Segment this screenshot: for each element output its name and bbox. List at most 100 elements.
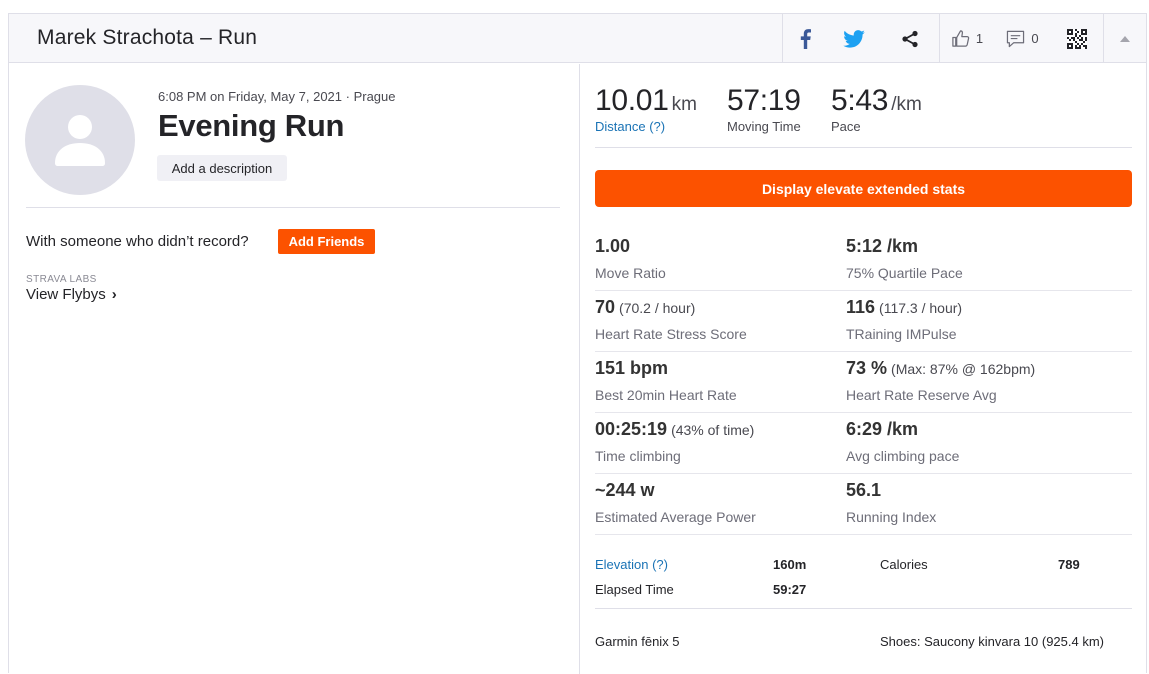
extended-stat-value: 00:25:19 (43% of time) (595, 419, 754, 440)
extended-stat-row: ~244 w Estimated Average Power 56.1 Running… (595, 474, 1132, 535)
distance-unit: km (671, 94, 697, 115)
extended-stat-value: 6:29 /km (846, 419, 959, 440)
twitter-icon (843, 29, 865, 48)
extended-stat-value: ~244 w (595, 480, 756, 501)
extended-stat-detail: (117.3 / hour) (879, 300, 963, 316)
extended-stat-detail: (70.2 / hour) (619, 300, 696, 316)
extended-stat-label: Heart Rate Stress Score (595, 326, 747, 342)
comment-button[interactable]: 0 (994, 14, 1051, 63)
thumbs-up-icon (952, 30, 970, 47)
moving-time-value: 57:19 (727, 84, 801, 117)
extended-stat-row: 00:25:19 (43% of time) Time climbing 6:29 /… (595, 413, 1132, 474)
activity-summary: 6:08 PM on Friday, May 7, 2021 · Prague … (9, 64, 580, 674)
activity-date: 6:08 PM on Friday, May 7, 2021 · Prague (158, 89, 396, 104)
pace-label: Pace (831, 119, 861, 134)
extended-stat-value: 1.00 (595, 236, 666, 257)
extended-stat-label: Avg climbing pace (846, 448, 960, 464)
kudos-button[interactable]: 1 (939, 14, 994, 63)
extended-stat-number: 116 (846, 297, 876, 317)
add-friends-button[interactable]: Add Friends (278, 229, 375, 254)
share-twitter-button[interactable] (828, 14, 880, 63)
elevation-help-link[interactable]: Elevation (?) (595, 557, 668, 572)
comment-count: 0 (1031, 31, 1039, 46)
strava-labs-label: STRAVA LABS (26, 274, 97, 285)
extended-stat-label: Best 20min Heart Rate (595, 387, 737, 403)
share-facebook-button[interactable] (782, 14, 828, 63)
extended-stat-detail: (43% of time) (671, 422, 755, 438)
distance-value: 10.01 (595, 84, 669, 117)
activity-stats: 10.01 km Distance (?) 57:19 Moving Time 5… (581, 64, 1146, 674)
extended-stat-value: 70 (70.2 / hour) (595, 297, 747, 318)
qr-code-icon (1067, 28, 1087, 49)
extended-stat-value: 116 (117.3 / hour) (846, 297, 962, 318)
extended-stat-number: 1.00 (595, 236, 631, 256)
elevation-value: 160m (773, 557, 807, 572)
divider (595, 147, 1132, 148)
activity-header: Marek Strachota – Run 1 0 (9, 14, 1146, 63)
share-icon (901, 30, 918, 47)
collapse-button[interactable] (1103, 14, 1146, 63)
extended-stat-number: 73 % (846, 358, 888, 378)
elevate-stats-button[interactable]: Display elevate extended stats (595, 170, 1132, 207)
extended-stat-label: Move Ratio (595, 265, 666, 281)
activity-panel: Marek Strachota – Run 1 0 6:08 PM on Fri… (8, 13, 1147, 674)
extended-stat-number: 56.1 (846, 480, 882, 500)
extended-stat-label: 75% Quartile Pace (846, 265, 963, 281)
kudos-count: 1 (975, 31, 984, 46)
distance-help-link[interactable]: Distance (?) (595, 119, 697, 134)
stat-distance: 10.01 km Distance (?) (595, 84, 697, 134)
shoes-info: Shoes: Saucony kinvara 10 (925.4 km) (880, 634, 1105, 649)
extended-stat-label: Time climbing (595, 448, 681, 464)
extended-stat-number: 00:25:19 (595, 419, 668, 439)
calories-label: Calories (880, 557, 928, 572)
divider (595, 608, 1132, 609)
stat-moving-time: 57:19 Moving Time (727, 84, 801, 134)
stat-pace: 5:43/km Pace (831, 84, 922, 134)
extended-stat-row: 70 (70.2 / hour) Heart Rate Stress Score 11… (595, 291, 1132, 352)
extended-stat-value: 5:12 /km (846, 236, 963, 257)
extended-stat: 151 bpm Best 20min Heart Rate (595, 352, 737, 403)
extended-stat: 73 % (Max: 87% @ 162bpm) Heart Rate Reserv… (846, 352, 1035, 403)
add-description-button[interactable]: Add a description (157, 155, 287, 181)
avatar[interactable] (25, 85, 135, 195)
extended-stat-detail: (Max: 87% @ 162bpm) (891, 361, 1036, 377)
elapsed-time-value: 59:27 (773, 582, 807, 597)
extended-stat: 70 (70.2 / hour) Heart Rate Stress Score (595, 291, 747, 342)
activity-name: Evening Run (158, 108, 345, 143)
extended-stat-label: Estimated Average Power (595, 509, 756, 525)
extended-stat-row: 151 bpm Best 20min Heart Rate 73 % (Max: 87… (595, 352, 1132, 413)
extended-stat: 6:29 /km Avg climbing pace (846, 413, 959, 464)
extended-stat-label: Running Index (846, 509, 937, 525)
extended-stat: 00:25:19 (43% of time) Time climbing (595, 413, 754, 464)
extended-stat: 5:12 /km 75% Quartile Pace (846, 230, 963, 281)
extended-stat-number: 5:12 /km (846, 236, 919, 256)
view-flybys-label: View Flybys (26, 286, 106, 303)
chevron-up-icon (1120, 35, 1130, 42)
extended-stat: 1.00 Move Ratio (595, 230, 666, 281)
elapsed-time-label: Elapsed Time (595, 582, 674, 597)
extended-stat-label: Heart Rate Reserve Avg (846, 387, 997, 403)
calories-value: 789 (1058, 557, 1080, 572)
view-flybys-link[interactable]: View Flybys › (26, 286, 117, 303)
extended-stat: 116 (117.3 / hour) TRaining IMPulse (846, 291, 962, 342)
comment-icon (1007, 30, 1025, 47)
user-silhouette-icon (55, 115, 105, 166)
moving-time-label: Moving Time (727, 119, 801, 134)
extended-stat-number: 6:29 /km (846, 419, 919, 439)
with-someone-text: With someone who didn’t record? (26, 233, 249, 250)
extended-stat: 56.1 Running Index (846, 474, 936, 525)
chevron-right-icon: › (111, 286, 117, 303)
extended-stat-number: 70 (595, 297, 616, 317)
pace-value: 5:43 (831, 84, 889, 117)
divider (26, 207, 560, 208)
extended-stat-value: 73 % (Max: 87% @ 162bpm) (846, 358, 1035, 379)
extended-stat: ~244 w Estimated Average Power (595, 474, 756, 525)
page-title: Marek Strachota – Run (37, 26, 258, 49)
extended-stat-value: 56.1 (846, 480, 936, 501)
facebook-icon (800, 28, 811, 49)
extended-stat-row: 1.00 Move Ratio 5:12 /km 75% Quartile Pace (595, 230, 1132, 291)
extended-stat-number: 151 bpm (595, 358, 669, 378)
qr-code-button[interactable] (1051, 14, 1103, 63)
extended-stat-label: TRaining IMPulse (846, 326, 957, 342)
share-button[interactable] (880, 14, 939, 63)
